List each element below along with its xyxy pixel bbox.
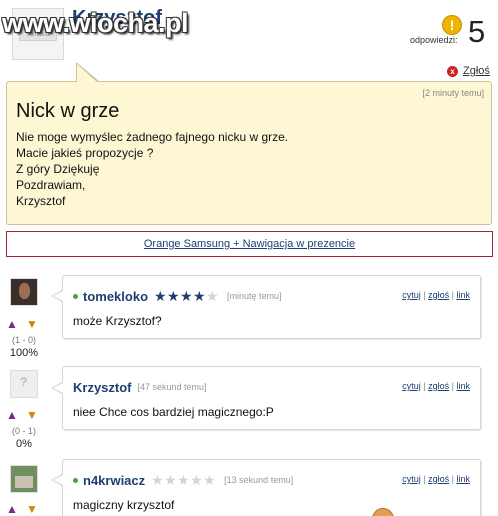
star-icon: ★ bbox=[151, 472, 164, 488]
quote-link[interactable]: cytuj bbox=[402, 290, 421, 300]
answer-box: tomekloko ★ ★ ★ ★ ★ [minutę temu] cytuj … bbox=[62, 275, 481, 339]
star-half-icon: ★ bbox=[193, 288, 206, 304]
question-time: [2 minuty temu] bbox=[422, 88, 484, 98]
rating-stars: ★ ★ ★ ★ ★ bbox=[151, 473, 216, 487]
online-status-icon bbox=[73, 293, 78, 299]
quote-link[interactable]: cytuj bbox=[402, 474, 421, 484]
vote-score: (1 - 0) bbox=[11, 335, 36, 345]
separator: | bbox=[451, 290, 454, 300]
question-line: Krzysztof bbox=[16, 194, 66, 208]
question-title: Nick w grze bbox=[16, 100, 120, 122]
answer-box: Krzysztof [47 sekund temu] cytuj | zgłoś… bbox=[62, 366, 481, 430]
answer-actions: cytuj | zgłoś | link bbox=[402, 381, 470, 391]
question-line: Nie moge wymyślec żadnego fajnego nicku … bbox=[16, 130, 289, 144]
answer-username[interactable]: n4krwiacz bbox=[83, 473, 145, 488]
separator: | bbox=[451, 381, 454, 391]
answer-bubble-tail-inner bbox=[53, 383, 63, 393]
question-line: Macie jakieś propozycje ? bbox=[16, 146, 154, 160]
permalink[interactable]: link bbox=[456, 474, 470, 484]
quote-link[interactable]: cytuj bbox=[402, 381, 421, 391]
ad-link[interactable]: Orange Samsung + Nawigacja w prezencie bbox=[144, 238, 355, 250]
report-answer-link[interactable]: zgłoś bbox=[428, 474, 449, 484]
star-icon: ★ bbox=[164, 472, 177, 488]
star-icon: ★ bbox=[167, 288, 180, 304]
separator: | bbox=[423, 381, 426, 391]
answer-header: n4krwiacz ★ ★ ★ ★ ★ [13 sekund temu] bbox=[73, 472, 293, 488]
star-icon: ★ bbox=[206, 288, 219, 304]
separator: | bbox=[451, 474, 454, 484]
answer-bubble-tail-inner bbox=[53, 475, 63, 485]
answer-actions: cytuj | zgłoś | link bbox=[402, 474, 470, 484]
star-icon: ★ bbox=[203, 472, 216, 488]
answer-text: niee Chce cos bardziej magicznego:P bbox=[73, 405, 274, 419]
question-bubble-tail-inner bbox=[77, 64, 97, 82]
permalink[interactable]: link bbox=[456, 381, 470, 391]
answer-actions: cytuj | zgłoś | link bbox=[402, 290, 470, 300]
answer-text: może Krzysztof? bbox=[73, 314, 162, 328]
answer-box: n4krwiacz ★ ★ ★ ★ ★ [13 sekund temu] cyt… bbox=[62, 459, 481, 516]
rating-stars: ★ ★ ★ ★ ★ bbox=[154, 289, 219, 303]
answers-count: 5 bbox=[468, 14, 486, 49]
ad-banner: Orange Samsung + Nawigacja w prezencie bbox=[6, 231, 493, 257]
report-answer-link[interactable]: zgłoś bbox=[428, 381, 449, 391]
thumb-down-icon[interactable]: ▼ bbox=[24, 501, 40, 516]
answer-avatar[interactable] bbox=[10, 370, 38, 398]
question-line: Pozdrawiam, bbox=[16, 178, 86, 192]
answer-text: magiczny krzysztof bbox=[73, 498, 175, 512]
thumb-up-icon[interactable]: ▲ bbox=[4, 316, 20, 332]
vote-buttons: ▲ ▼ bbox=[4, 407, 44, 427]
answers-label: odpowiedzi: bbox=[410, 35, 458, 45]
answer-avatar[interactable] bbox=[10, 278, 38, 306]
star-icon: ★ bbox=[180, 288, 193, 304]
thumb-up-icon[interactable]: ▲ bbox=[4, 501, 20, 516]
separator: | bbox=[423, 290, 426, 300]
answer-bubble-tail-inner bbox=[53, 291, 63, 301]
answer-time: [minutę temu] bbox=[227, 291, 282, 301]
question-line: Z góry Dziękuję bbox=[16, 162, 100, 176]
report-icon[interactable]: x bbox=[447, 66, 458, 77]
answer-username[interactable]: tomekloko bbox=[83, 289, 148, 304]
answer-header: Krzysztof [47 sekund temu] bbox=[73, 379, 207, 395]
report-question-link[interactable]: Zgłoś bbox=[463, 65, 490, 77]
separator: | bbox=[423, 474, 426, 484]
star-icon: ★ bbox=[190, 472, 203, 488]
vote-buttons: ▲ ▼ bbox=[4, 501, 44, 516]
answer-time: [13 sekund temu] bbox=[224, 475, 294, 485]
question-box: [2 minuty temu] Nick w grze Nie moge wym… bbox=[6, 81, 492, 225]
permalink[interactable]: link bbox=[456, 290, 470, 300]
question-body: Nie moge wymyślec żadnego fajnego nicku … bbox=[16, 129, 288, 209]
vote-score: (0 - 1) bbox=[11, 426, 36, 436]
online-status-icon bbox=[73, 477, 78, 483]
answer-avatar[interactable] bbox=[10, 465, 38, 493]
vote-buttons: ▲ ▼ bbox=[4, 316, 44, 336]
vote-percent: 0% bbox=[16, 438, 32, 450]
report-answer-link[interactable]: zgłoś bbox=[428, 290, 449, 300]
thumb-down-icon[interactable]: ▼ bbox=[24, 407, 40, 423]
answer-header: tomekloko ★ ★ ★ ★ ★ [minutę temu] bbox=[73, 288, 282, 304]
watermark: www.wiocha.pl bbox=[2, 8, 189, 38]
answer-time: [47 sekund temu] bbox=[137, 382, 207, 392]
vote-percent: 100% bbox=[9, 347, 39, 359]
star-icon: ★ bbox=[154, 288, 167, 304]
star-icon: ★ bbox=[177, 472, 190, 488]
thumb-down-icon[interactable]: ▼ bbox=[24, 316, 40, 332]
answer-username[interactable]: Krzysztof bbox=[73, 380, 132, 395]
answers-alert-icon: ! bbox=[442, 15, 462, 35]
thumb-up-icon[interactable]: ▲ bbox=[4, 407, 20, 423]
